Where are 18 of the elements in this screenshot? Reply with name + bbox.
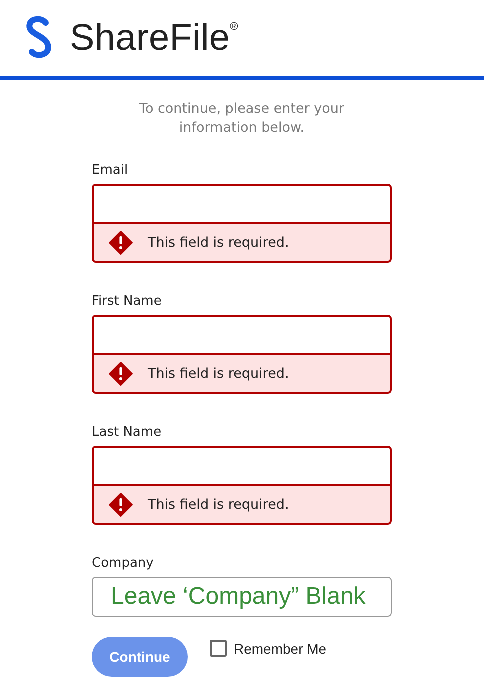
field-label: Email [92, 163, 130, 178]
checkbox[interactable] [210, 640, 227, 657]
field-label: Last Name [92, 425, 163, 440]
warning-icon [109, 362, 133, 386]
remember-me-checkbox[interactable]: Remember Me [210, 640, 327, 657]
warning-icon [109, 230, 133, 254]
error-text: This field is required. [148, 366, 290, 382]
input-field[interactable] [92, 315, 392, 354]
field-label: First Name [92, 294, 163, 309]
input-field[interactable] [92, 446, 392, 485]
error-text: This field is required. [148, 234, 290, 250]
input-field[interactable]: Leave ‘Company” Blank [92, 577, 392, 617]
input-field[interactable] [92, 184, 392, 223]
field-label: Company [92, 556, 155, 571]
warning-icon [109, 492, 133, 516]
intro-text: To continue, please enter your information below. [138, 100, 346, 138]
error-text: This field is required. [148, 496, 290, 512]
brand-name: ShareFile$^{®}$ [70, 17, 238, 59]
